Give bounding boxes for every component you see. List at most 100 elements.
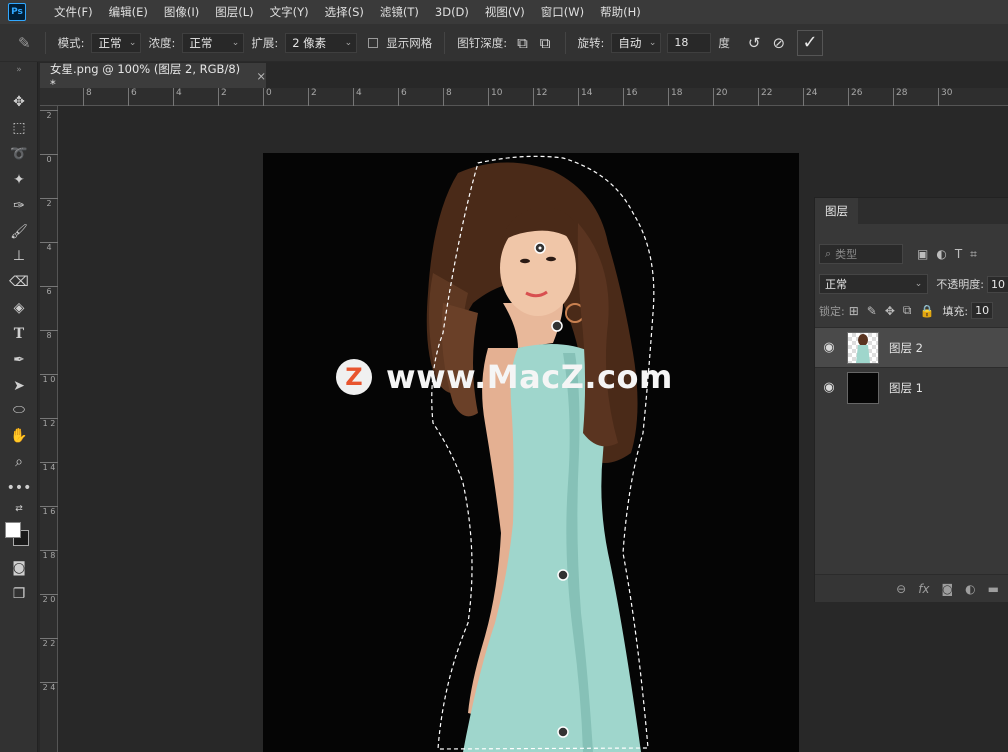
adjustment-filter-icon[interactable]: ◐ <box>936 247 946 261</box>
watermark-text: www.MacZ.com <box>386 358 673 396</box>
blend-opacity-row: 正常 ⌄ 不透明度: 10 <box>815 274 1008 294</box>
menu-filter[interactable]: 滤镜(T) <box>372 4 427 20</box>
swap-colors-icon[interactable]: ⇄ <box>0 502 38 516</box>
menu-image[interactable]: 图像(I) <box>156 4 207 20</box>
menu-select[interactable]: 选择(S) <box>317 4 372 20</box>
layer-thumbnail <box>847 331 879 364</box>
tab-layers[interactable]: 图层 <box>815 198 858 224</box>
more-tools-icon[interactable]: ••• <box>0 476 38 500</box>
brush-tool-icon[interactable]: 🖌 <box>0 220 38 244</box>
lasso-tool-icon[interactable]: ➰ <box>0 142 38 166</box>
layer-filter-select[interactable]: ⌕ 类型 <box>819 244 903 264</box>
ruler-label: 2 <box>308 88 317 106</box>
menu-file[interactable]: 文件(F) <box>46 4 101 20</box>
cancel-icon[interactable]: ⊘ <box>772 34 785 52</box>
ruler-label: 6 <box>128 88 137 106</box>
menu-type[interactable]: 文字(Y) <box>262 4 317 20</box>
document-canvas[interactable] <box>263 153 799 752</box>
angle-input[interactable]: 18 <box>667 32 712 53</box>
menu-edit[interactable]: 编辑(E) <box>101 4 156 20</box>
move-tool-icon[interactable]: ✥ <box>0 90 38 114</box>
blend-mode-select[interactable]: 正常 ⌄ <box>819 274 929 294</box>
ruler-label: 2 2 <box>40 638 58 649</box>
eraser-tool-icon[interactable]: ⌫ <box>0 270 38 294</box>
link-layers-icon[interactable]: ⊖ <box>896 582 906 596</box>
chevron-down-icon: ⌄ <box>128 37 137 48</box>
menu-layer[interactable]: 图层(L) <box>207 4 261 20</box>
ruler-label: 22 <box>758 88 772 106</box>
lock-artboard-icon[interactable]: ⧉ <box>903 303 912 318</box>
ruler-label: 18 <box>668 88 682 106</box>
eye-icon[interactable]: ◉ <box>815 380 843 395</box>
commit-button[interactable]: ✓ <box>797 29 824 56</box>
zoom-tool-icon[interactable]: ⌕ <box>0 450 38 474</box>
layer-row-2[interactable]: ◉ 图层 2 <box>815 327 1008 367</box>
path-select-tool-icon[interactable]: ➤ <box>0 374 38 398</box>
chevron-down-icon: ⌄ <box>231 37 240 48</box>
ruler-vertical: 2 0 2 4 6 8 1 0 1 2 1 4 1 6 1 8 2 0 2 2 … <box>40 106 58 752</box>
menu-help[interactable]: 帮助(H) <box>592 4 649 20</box>
lock-all-icon[interactable]: 🔒 <box>919 304 934 318</box>
layer-row-1[interactable]: ◉ 图层 1 <box>815 367 1008 407</box>
menu-bar: Ps 文件(F) 编辑(E) 图像(I) 图层(L) 文字(Y) 选择(S) 滤… <box>0 0 1008 24</box>
density-select[interactable]: 正常 ⌄ <box>182 32 245 53</box>
type-filter-icon[interactable]: T <box>955 247 962 261</box>
ruler-label: 20 <box>713 88 727 106</box>
pen-tool-icon[interactable]: ✒ <box>0 348 38 372</box>
marquee-tool-icon[interactable]: ⬚ <box>0 116 38 140</box>
fill-input[interactable]: 10 <box>971 302 994 319</box>
show-mesh-label: 显示网格 <box>386 35 433 50</box>
add-mask-icon[interactable]: ◙ <box>942 582 954 596</box>
ruler-label: 12 <box>533 88 547 106</box>
menu-window[interactable]: 窗口(W) <box>533 4 592 20</box>
collapse-toolbar-icon[interactable]: » <box>0 64 38 76</box>
layer-name[interactable]: 图层 2 <box>889 340 923 356</box>
adjustment-layer-icon[interactable]: ◐ <box>965 582 975 596</box>
lock-label: 锁定: <box>819 304 845 318</box>
eye-icon[interactable]: ◉ <box>815 340 843 355</box>
ruler-label: 10 <box>488 88 502 106</box>
ruler-label: 2 <box>40 110 58 121</box>
checkmark-icon: ✓ <box>802 32 818 53</box>
pin-depth-label: 图钉深度: <box>457 35 508 50</box>
eyedropper-tool-icon[interactable]: ✑ <box>0 194 38 218</box>
lock-position-icon[interactable]: ✥ <box>885 304 895 318</box>
show-mesh-checkbox[interactable] <box>368 37 379 48</box>
hand-tool-icon[interactable]: ✋ <box>0 424 38 448</box>
separator <box>444 31 446 54</box>
pin-backward-icon[interactable]: ⧉ <box>540 34 551 52</box>
type-tool-icon[interactable]: T <box>0 322 38 346</box>
magic-wand-tool-icon[interactable]: ✦ <box>0 168 38 192</box>
document-tab[interactable]: 女星.png @ 100% (图层 2, RGB/8) * × <box>40 61 266 91</box>
density-label: 浓度: <box>148 35 176 50</box>
expand-select[interactable]: 2 像素 ⌄ <box>285 32 358 53</box>
menu-3d[interactable]: 3D(D) <box>427 5 477 19</box>
quick-mask-icon[interactable]: ◙ <box>0 556 38 580</box>
ellipse-tool-icon[interactable]: ⬭ <box>0 398 38 422</box>
reset-icon[interactable]: ↺ <box>748 34 761 52</box>
mode-select[interactable]: 正常 ⌄ <box>91 32 142 53</box>
ruler-horizontal: 8 6 4 2 0 2 4 6 8 10 12 14 16 18 20 22 2… <box>40 88 1008 106</box>
ruler-label: 1 0 <box>40 374 58 385</box>
document-title: 女星.png @ 100% (图层 2, RGB/8) * <box>50 61 241 91</box>
menu-view[interactable]: 视图(V) <box>477 4 533 20</box>
fx-icon[interactable]: fx <box>918 582 929 596</box>
screen-mode-icon[interactable]: ❐ <box>0 582 38 606</box>
lock-paint-icon[interactable]: ✎ <box>867 304 877 318</box>
ruler-label: 30 <box>938 88 952 106</box>
puppet-pin-tool-icon[interactable]: ✎ <box>18 34 31 52</box>
new-group-icon[interactable]: ▬ <box>988 582 999 596</box>
pixel-filter-icon[interactable]: ▣ <box>917 247 928 261</box>
paint-bucket-tool-icon[interactable]: ◈ <box>0 296 38 320</box>
opacity-input[interactable]: 10 <box>987 275 1008 293</box>
stamp-tool-icon[interactable]: ⊥ <box>0 244 38 268</box>
lock-transparent-icon[interactable]: ⊞ <box>849 304 859 318</box>
foreground-color-swatch[interactable] <box>5 522 21 538</box>
close-icon[interactable]: × <box>256 69 266 83</box>
pin-forward-icon[interactable]: ⧉ <box>517 34 528 52</box>
rotate-select[interactable]: 自动 ⌄ <box>611 32 662 53</box>
layer-name[interactable]: 图层 1 <box>889 380 923 396</box>
shape-filter-icon[interactable]: ⌗ <box>970 247 977 262</box>
ruler-label: 8 <box>83 88 92 106</box>
density-value: 正常 <box>189 35 213 50</box>
